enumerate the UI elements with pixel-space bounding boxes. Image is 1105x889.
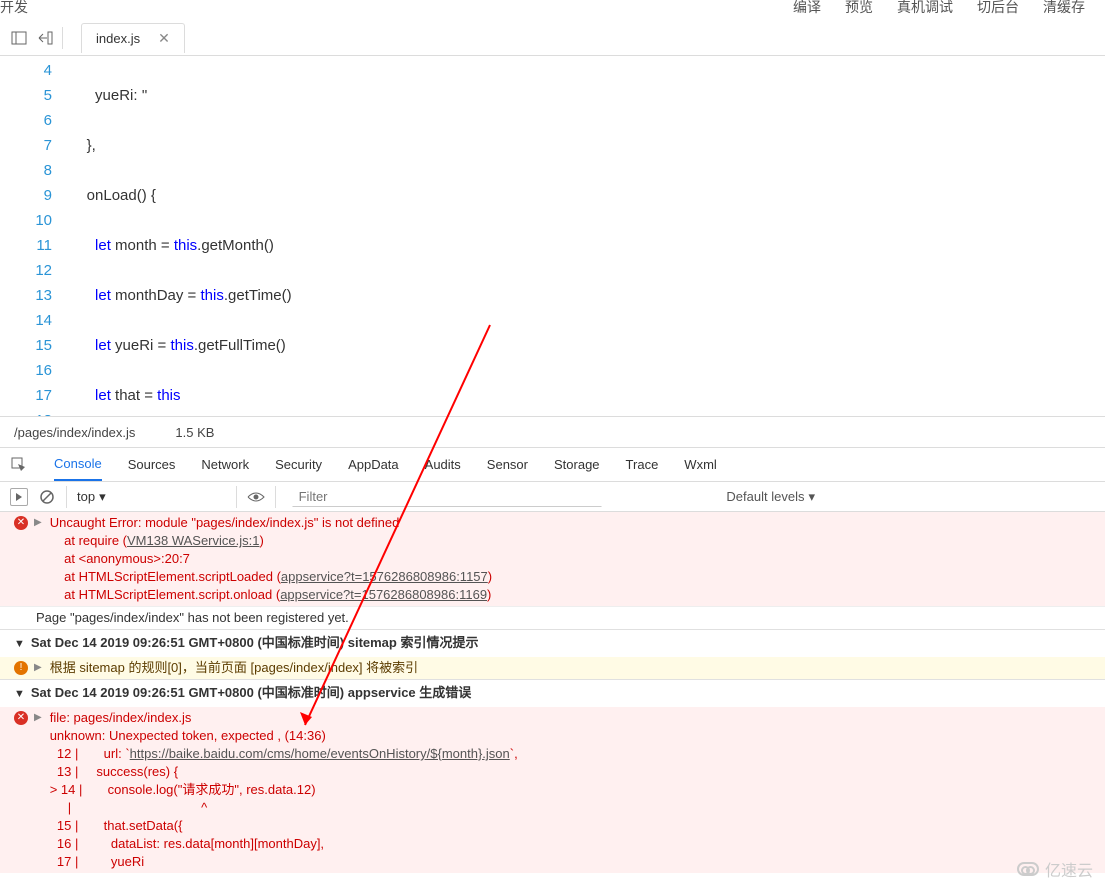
tab-network[interactable]: Network — [201, 449, 249, 480]
inspect-icon[interactable] — [10, 456, 28, 474]
info-text: Page "pages/index/index" has not been re… — [14, 609, 1091, 627]
collapse-arrow-icon[interactable]: ▼ — [14, 688, 25, 700]
console-warn[interactable]: ! ▶ 根据 sitemap 的规则[0]，当前页面 [pages/index/… — [0, 657, 1105, 679]
expand-arrow-icon[interactable]: ▶ — [34, 659, 42, 677]
code-content[interactable]: yueRi: '' }, onLoad() { let month = this… — [70, 56, 1105, 416]
console-output: ✕ ▶ Uncaught Error: module "pages/index/… — [0, 512, 1105, 873]
tab-appdata[interactable]: AppData — [348, 449, 399, 480]
warning-icon: ! — [14, 661, 28, 675]
tab-audits[interactable]: Audits — [425, 449, 461, 480]
collapse-arrow-icon[interactable]: ▼ — [14, 638, 25, 650]
filter-input[interactable] — [292, 486, 602, 507]
log-levels-selector[interactable]: Default levels ▾ — [726, 489, 815, 505]
tab-storage[interactable]: Storage — [554, 449, 600, 480]
console-info[interactable]: Page "pages/index/index" has not been re… — [0, 606, 1105, 629]
error-content: Uncaught Error: module "pages/index/inde… — [50, 514, 1091, 604]
editor-tabs-row: index.js ✕ — [0, 20, 1105, 56]
console-error[interactable]: ✕ ▶ Uncaught Error: module "pages/index/… — [0, 512, 1105, 606]
line-gutter: 456789101112131415161718 — [0, 56, 70, 416]
menu-background[interactable]: 切后台 — [977, 0, 1019, 17]
expand-arrow-icon[interactable]: ▶ — [34, 514, 42, 532]
warn-text: 根据 sitemap 的规则[0]，当前页面 [pages/index/inde… — [50, 659, 1091, 677]
tab-wxml[interactable]: Wxml — [684, 449, 717, 480]
file-tab[interactable]: index.js ✕ — [81, 23, 185, 53]
console-error[interactable]: ✕ ▶ file: pages/index/index.js unknown: … — [0, 707, 1105, 873]
console-toolbar: top ▾ Default levels ▾ — [0, 482, 1105, 512]
menu-clear-cache[interactable]: 清缓存 — [1043, 0, 1085, 17]
chevron-down-icon: ▾ — [808, 489, 815, 505]
watermark: 亿速云 — [1017, 857, 1093, 881]
tab-sensor[interactable]: Sensor — [487, 449, 528, 480]
clear-console-icon[interactable] — [38, 488, 56, 506]
top-menu: 编译 预览 真机调试 切后台 清缓存 — [793, 0, 1085, 17]
divider — [62, 27, 63, 49]
close-icon[interactable]: ✕ — [158, 30, 170, 47]
file-size: 1.5 KB — [175, 425, 214, 440]
watermark-text: 亿速云 — [1045, 857, 1093, 881]
console-group-header[interactable]: ▼Sat Dec 14 2019 09:26:51 GMT+0800 (中国标准… — [0, 679, 1105, 707]
error-icon: ✕ — [14, 516, 28, 530]
top-toolbar: 开发 编译 预览 真机调试 切后台 清缓存 — [0, 0, 1105, 20]
tab-security[interactable]: Security — [275, 449, 322, 480]
eye-icon[interactable] — [247, 488, 265, 506]
tab-trace[interactable]: Trace — [626, 449, 659, 480]
divider — [66, 486, 67, 508]
editor-status-bar: /pages/index/index.js 1.5 KB — [0, 416, 1105, 448]
watermark-logo-icon — [1017, 862, 1039, 876]
step-icon[interactable] — [10, 488, 28, 506]
chevron-down-icon: ▾ — [99, 489, 106, 505]
menu-preview[interactable]: 预览 — [845, 0, 873, 17]
expand-arrow-icon[interactable]: ▶ — [34, 709, 42, 727]
mode-label: 开发 — [0, 0, 28, 17]
collapse-icon[interactable] — [36, 29, 54, 47]
file-path: /pages/index/index.js — [14, 425, 135, 440]
divider — [236, 486, 237, 508]
menu-remote-debug[interactable]: 真机调试 — [897, 0, 953, 17]
divider — [275, 486, 276, 508]
sidebar-toggle-icon[interactable] — [10, 29, 28, 47]
context-selector[interactable]: top ▾ — [77, 489, 106, 505]
error-icon: ✕ — [14, 711, 28, 725]
tab-filename: index.js — [96, 31, 140, 46]
code-editor[interactable]: 456789101112131415161718 yueRi: '' }, on… — [0, 56, 1105, 416]
console-group-header[interactable]: ▼Sat Dec 14 2019 09:26:51 GMT+0800 (中国标准… — [0, 629, 1105, 657]
tab-sources[interactable]: Sources — [128, 449, 176, 480]
tab-console[interactable]: Console — [54, 448, 102, 481]
menu-compile[interactable]: 编译 — [793, 0, 821, 17]
devtools-tabs: Console Sources Network Security AppData… — [0, 448, 1105, 482]
error-content: file: pages/index/index.js unknown: Unex… — [50, 709, 1091, 871]
